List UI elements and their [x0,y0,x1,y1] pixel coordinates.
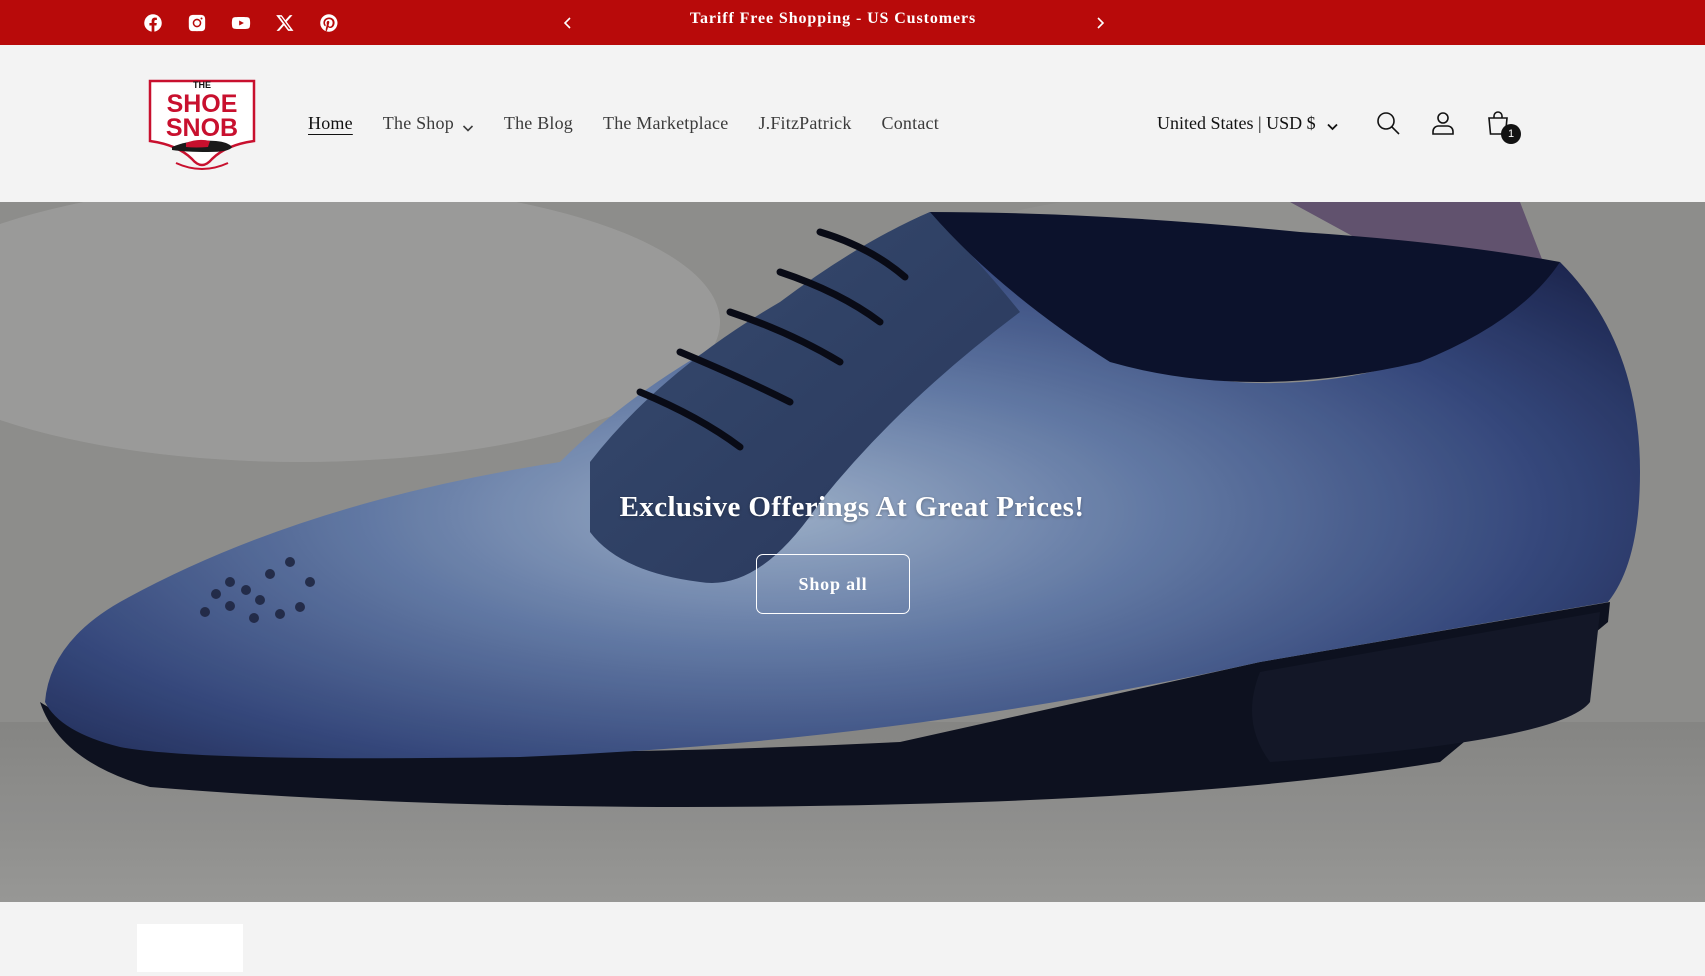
nav-the-shop-label: The Shop [382,113,454,133]
account-button[interactable] [1427,107,1459,139]
locale-label: United States | USD $ [1157,113,1316,133]
announcement-next-button[interactable] [1085,0,1115,45]
chevron-right-icon [1097,16,1105,29]
chevron-down-icon [1326,117,1339,131]
hero-overlay [0,202,1705,902]
site-logo[interactable]: THE SHOE SNOB [146,75,258,173]
user-icon [1432,112,1454,135]
below-hero-section [0,902,1705,976]
nav-home[interactable]: Home [308,113,353,134]
svg-text:THE: THE [193,80,211,90]
main-nav: Home The Shop The Blog The Marketplace J… [308,45,969,202]
announcement-text: Tariff Free Shopping - US Customers [689,10,977,27]
nav-jfitzpatrick[interactable]: J.FitzPatrick [758,113,851,134]
site-header: THE SHOE SNOB Home The Shop The Blog The… [0,45,1705,202]
instagram-icon[interactable] [186,12,208,34]
facebook-icon[interactable] [142,12,164,34]
hero-title: Exclusive Offerings At Great Prices! [619,491,1085,523]
cart-button[interactable]: 1 [1482,107,1521,144]
shop-all-button[interactable]: Shop all [756,554,910,614]
announcement-bar: Tariff Free Shopping - US Customers [0,0,1705,45]
search-button[interactable] [1372,107,1404,139]
chevron-left-icon [563,16,571,29]
pinterest-icon[interactable] [318,12,340,34]
svg-text:SNOB: SNOB [166,114,238,142]
nav-the-shop[interactable]: The Shop [383,113,474,134]
content-placeholder [137,924,243,972]
country-currency-selector[interactable]: United States | USD $ [1157,45,1339,202]
nav-contact[interactable]: Contact [882,113,939,134]
cart-count-badge: 1 [1501,124,1521,144]
nav-the-marketplace[interactable]: The Marketplace [603,113,728,134]
chevron-down-icon [462,118,474,132]
youtube-icon[interactable] [230,12,252,34]
nav-the-blog[interactable]: The Blog [504,113,573,134]
search-icon [1377,112,1400,135]
social-links [142,0,340,45]
hero-banner: Exclusive Offerings At Great Prices! Sho… [0,202,1705,902]
announcement-prev-button[interactable] [553,0,583,45]
x-icon[interactable] [274,12,296,34]
